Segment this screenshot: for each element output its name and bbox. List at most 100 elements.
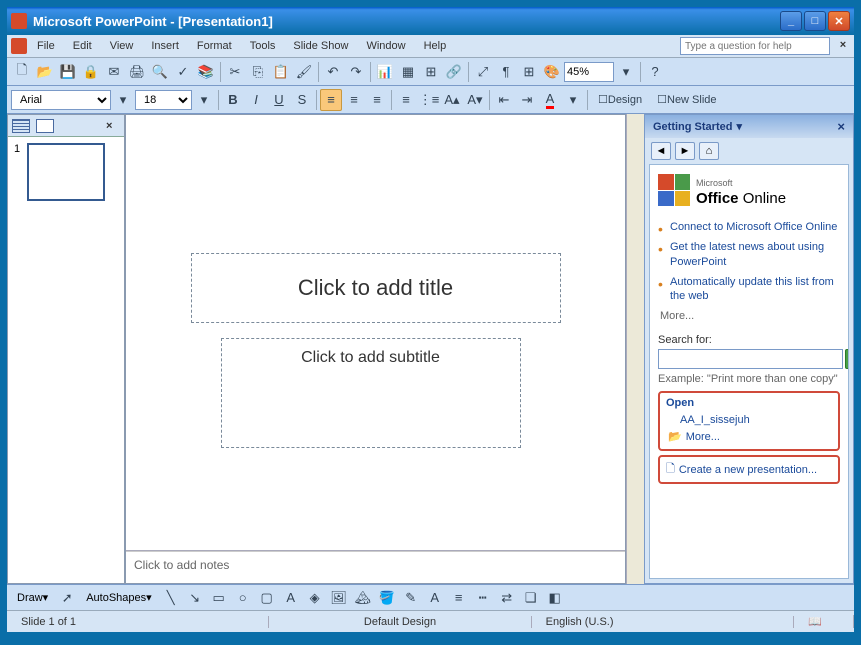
size-dropdown-icon[interactable]: ▾: [193, 89, 215, 111]
clipart-icon[interactable]: 🖼: [328, 587, 350, 609]
bullets-button[interactable]: ⋮≡: [418, 89, 440, 111]
cut-icon[interactable]: ✂: [224, 61, 246, 83]
copy-icon[interactable]: ⎘: [247, 61, 269, 83]
search-go-button[interactable]: →: [845, 349, 849, 369]
arrow-style-icon[interactable]: ⇄: [496, 587, 518, 609]
menu-slideshow[interactable]: Slide Show: [285, 38, 356, 54]
home-icon[interactable]: ⌂: [699, 142, 719, 160]
title-placeholder[interactable]: Click to add title: [191, 253, 561, 323]
create-presentation-link[interactable]: 🗋 Create a new presentation...: [666, 460, 832, 479]
open-icon[interactable]: 📂: [34, 61, 56, 83]
bold-button[interactable]: B: [222, 89, 244, 111]
rectangle-icon[interactable]: ▭: [208, 587, 230, 609]
close-button[interactable]: ✕: [828, 11, 850, 31]
minimize-button[interactable]: _: [780, 11, 802, 31]
align-right-button[interactable]: ≡: [366, 89, 388, 111]
font-color-dropdown-icon[interactable]: ▾: [562, 89, 584, 111]
menu-view[interactable]: View: [102, 38, 142, 54]
autoshapes-menu[interactable]: AutoShapes ▾: [80, 588, 157, 608]
zoom-input[interactable]: [564, 62, 614, 82]
permission-icon[interactable]: 🔒: [80, 61, 102, 83]
link-update[interactable]: Automatically update this list from the …: [658, 272, 840, 307]
fill-color-icon[interactable]: 🪣: [376, 587, 398, 609]
help-search-input[interactable]: [680, 37, 830, 55]
color-icon[interactable]: 🎨: [541, 61, 563, 83]
diagram-icon[interactable]: ◈: [304, 587, 326, 609]
decrease-font-button[interactable]: A▾: [464, 89, 486, 111]
align-left-button[interactable]: ≡: [320, 89, 342, 111]
menu-window[interactable]: Window: [358, 38, 413, 54]
wordart-icon[interactable]: A: [280, 587, 302, 609]
link-news[interactable]: Get the latest news about using PowerPoi…: [658, 237, 840, 272]
select-icon[interactable]: ➚: [56, 587, 78, 609]
grid-icon[interactable]: ⊞: [518, 61, 540, 83]
hyperlink-icon[interactable]: 🔗: [443, 61, 465, 83]
design-button[interactable]: ☐ Design: [591, 89, 649, 111]
new-icon[interactable]: 🗋: [11, 61, 33, 83]
taskpane-dropdown-icon[interactable]: ▾: [736, 120, 742, 133]
paste-icon[interactable]: 📋: [270, 61, 292, 83]
outline-tab-icon[interactable]: [12, 119, 30, 133]
tables-borders-icon[interactable]: ⊞: [420, 61, 442, 83]
slide-canvas[interactable]: Click to add title Click to add subtitle: [126, 115, 625, 551]
chart-icon[interactable]: 📊: [374, 61, 396, 83]
redo-icon[interactable]: ↷: [345, 61, 367, 83]
font-size-select[interactable]: 18: [135, 90, 192, 110]
undo-icon[interactable]: ↶: [322, 61, 344, 83]
align-center-button[interactable]: ≡: [343, 89, 365, 111]
search-input[interactable]: [658, 349, 843, 369]
more-link[interactable]: More...: [658, 306, 840, 326]
increase-indent-button[interactable]: ⇥: [516, 89, 538, 111]
arrow-icon[interactable]: ↘: [184, 587, 206, 609]
italic-button[interactable]: I: [245, 89, 267, 111]
menu-help[interactable]: Help: [416, 38, 455, 54]
font-dropdown-icon[interactable]: ▾: [112, 89, 134, 111]
3d-style-icon[interactable]: ◧: [544, 587, 566, 609]
menu-file[interactable]: File: [29, 38, 63, 54]
new-slide-button[interactable]: ☐ New Slide: [650, 89, 723, 111]
textbox-icon[interactable]: ▢: [256, 587, 278, 609]
draw-menu[interactable]: Draw ▾: [11, 588, 54, 608]
numbering-button[interactable]: ≡: [395, 89, 417, 111]
save-icon[interactable]: 💾: [57, 61, 79, 83]
font-color-draw-icon[interactable]: A: [424, 587, 446, 609]
panel-close-icon[interactable]: ×: [106, 120, 120, 132]
expand-icon[interactable]: ⤢: [472, 61, 494, 83]
line-style-icon[interactable]: ≡: [448, 587, 470, 609]
status-spell-icon[interactable]: 📖: [794, 615, 854, 628]
increase-font-button[interactable]: A▴: [441, 89, 463, 111]
spell-icon[interactable]: ✓: [172, 61, 194, 83]
email-icon[interactable]: ✉: [103, 61, 125, 83]
format-painter-icon[interactable]: 🖌: [293, 61, 315, 83]
doc-close-button[interactable]: ×: [836, 39, 850, 53]
forward-icon[interactable]: ►: [675, 142, 695, 160]
shadow-button[interactable]: S: [291, 89, 313, 111]
menu-insert[interactable]: Insert: [143, 38, 187, 54]
recent-file-link[interactable]: AA_I_sissejuh: [666, 412, 832, 428]
maximize-button[interactable]: □: [804, 11, 826, 31]
link-connect[interactable]: Connect to Microsoft Office Online: [658, 217, 840, 237]
picture-icon[interactable]: 🏔: [352, 587, 374, 609]
open-more-link[interactable]: 📂 More...: [666, 428, 832, 445]
slide-thumbnail[interactable]: [27, 143, 105, 201]
line-color-icon[interactable]: ✎: [400, 587, 422, 609]
menu-edit[interactable]: Edit: [65, 38, 100, 54]
show-formatting-icon[interactable]: ¶: [495, 61, 517, 83]
shadow-style-icon[interactable]: ❏: [520, 587, 542, 609]
research-icon[interactable]: 📚: [195, 61, 217, 83]
font-select[interactable]: Arial: [11, 90, 111, 110]
status-language[interactable]: English (U.S.): [532, 616, 794, 628]
zoom-dropdown-icon[interactable]: ▾: [615, 61, 637, 83]
menu-format[interactable]: Format: [189, 38, 240, 54]
table-icon[interactable]: ▦: [397, 61, 419, 83]
back-icon[interactable]: ◄: [651, 142, 671, 160]
taskpane-close-icon[interactable]: ×: [837, 119, 845, 134]
vertical-scrollbar[interactable]: [626, 114, 644, 584]
preview-icon[interactable]: 🔍: [149, 61, 171, 83]
notes-input[interactable]: Click to add notes: [126, 551, 625, 583]
font-color-button[interactable]: A: [539, 89, 561, 111]
print-icon[interactable]: 🖨: [126, 61, 148, 83]
underline-button[interactable]: U: [268, 89, 290, 111]
oval-icon[interactable]: ○: [232, 587, 254, 609]
menu-tools[interactable]: Tools: [242, 38, 284, 54]
